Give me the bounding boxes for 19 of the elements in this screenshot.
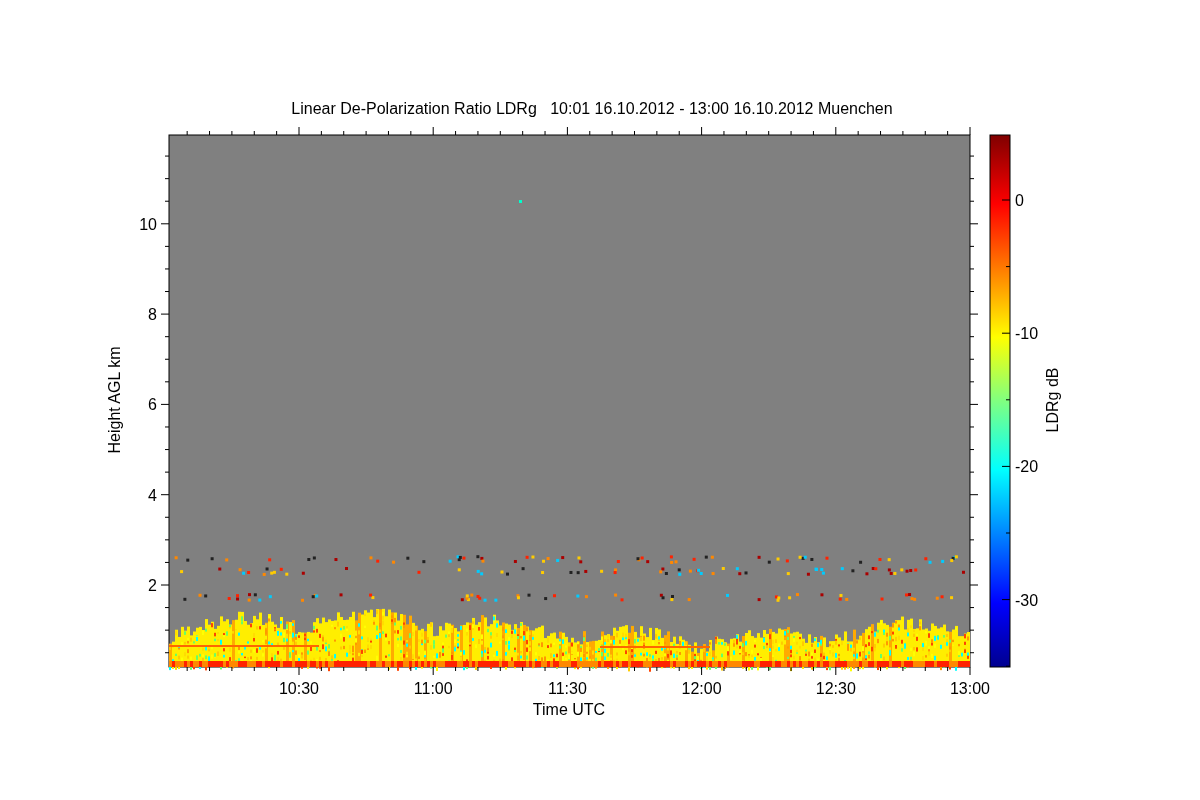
tick-label: 10 — [139, 215, 157, 233]
tick-label: 4 — [148, 486, 157, 504]
axis-label: Time UTC — [532, 701, 606, 718]
tick-label: 0 — [1015, 192, 1024, 209]
tick-label: 6 — [148, 396, 157, 414]
tick-label: 8 — [148, 306, 157, 324]
tick-label: -20 — [1015, 458, 1039, 476]
tick-label: -30 — [1015, 591, 1039, 609]
plot-title: Linear De-Polarization Ratio LDRg 10:01 16.10.2012 - 13:00 16.10.2012 Muenchen — [291, 100, 893, 117]
tick-label: 12:30 — [815, 680, 856, 697]
tick-label: 2 — [148, 577, 157, 594]
axis-label: Height AGL km — [106, 346, 123, 454]
tick-label: 10:30 — [279, 680, 319, 697]
tick-label: 11:00 — [413, 680, 453, 697]
axis-label: LDRg dB — [1044, 367, 1061, 433]
tick-label: 13:00 — [950, 680, 990, 697]
tick-label: 12:00 — [681, 680, 722, 697]
tick-label: -10 — [1015, 325, 1039, 343]
tick-label: 11:30 — [547, 680, 587, 697]
